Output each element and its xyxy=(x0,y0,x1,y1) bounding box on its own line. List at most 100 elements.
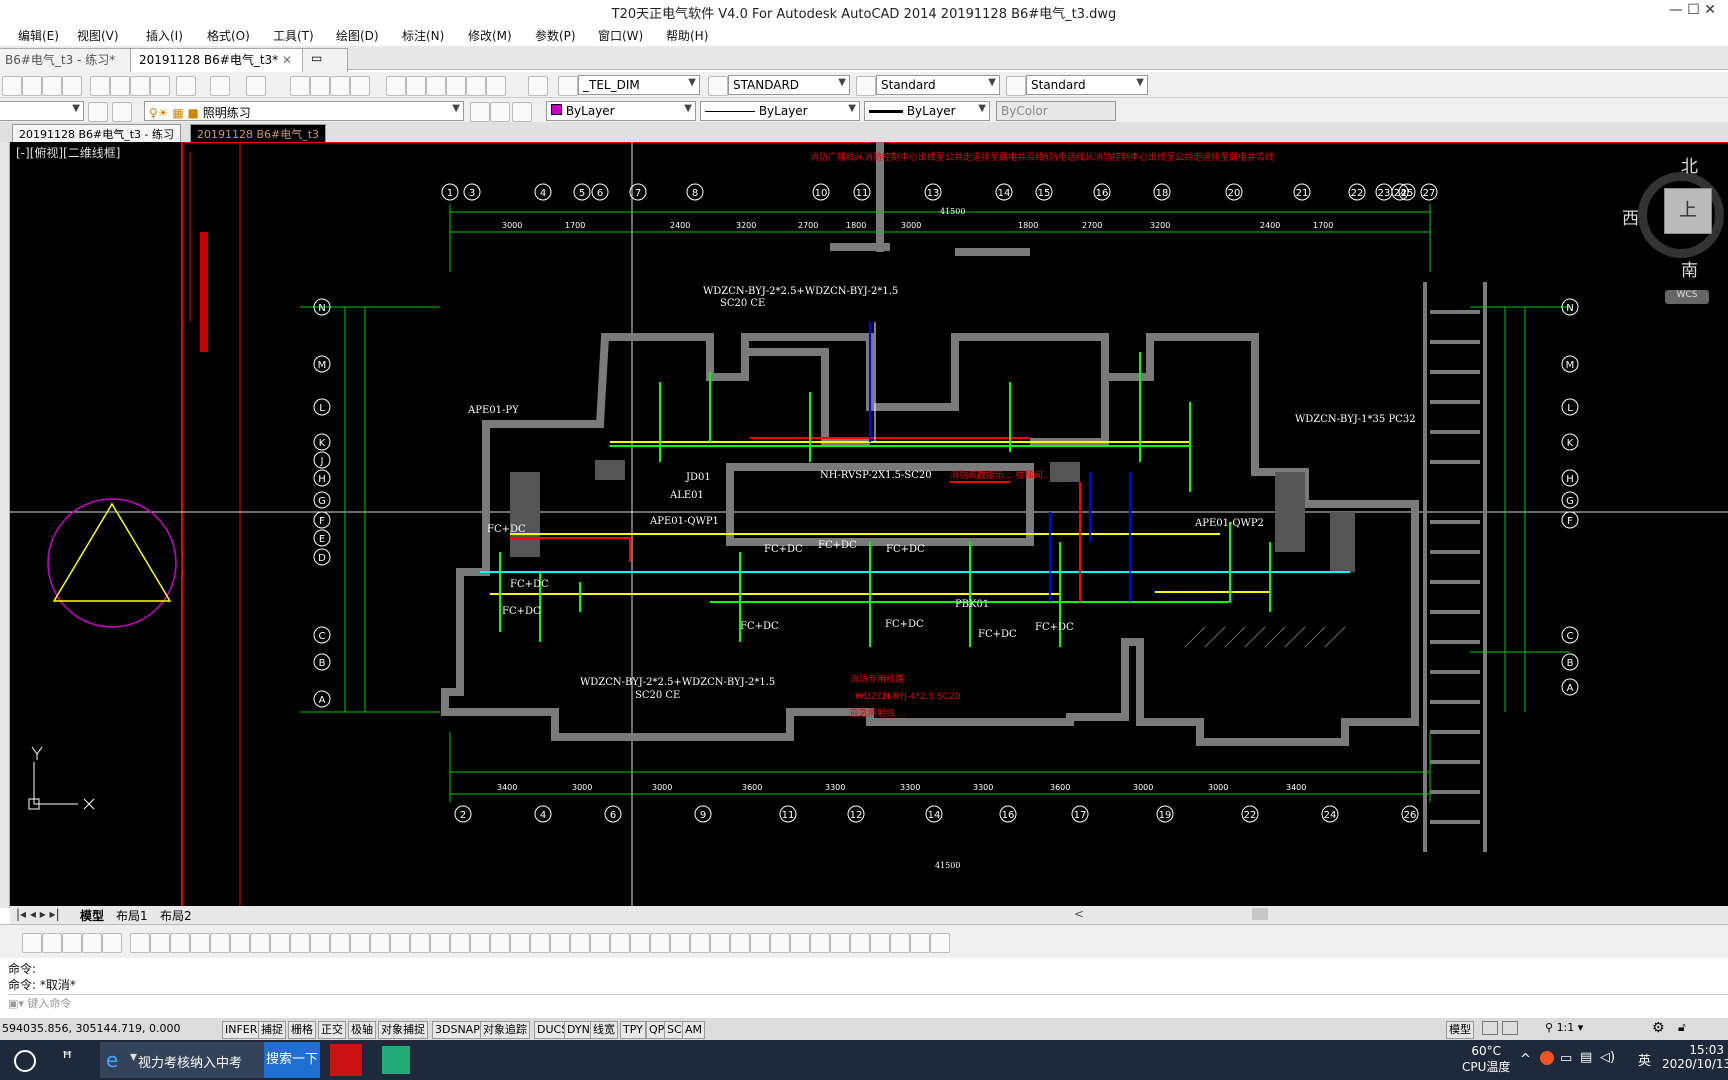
app-icon[interactable]: ꟸ xyxy=(62,1048,72,1069)
model-space-button[interactable]: 模型 xyxy=(1446,1021,1474,1039)
draw-tool-icon[interactable] xyxy=(150,933,170,953)
toggle-osnap[interactable]: 对象捕捉 xyxy=(378,1021,428,1039)
draw-tool-icon[interactable] xyxy=(710,933,730,953)
draw-tool-icon[interactable] xyxy=(890,933,910,953)
draw-tool-icon[interactable] xyxy=(650,933,670,953)
print-icon[interactable] xyxy=(42,76,62,96)
toggle-3dsnap[interactable]: 3DSNAP xyxy=(432,1021,483,1039)
draw-tool-icon[interactable] xyxy=(730,933,750,953)
toggle-grid[interactable]: 栅格 xyxy=(288,1021,316,1039)
menu-format[interactable]: 格式(O) xyxy=(207,27,250,44)
layer-select[interactable]: ♀☀ ▦ ■ 照明练习 ▼ xyxy=(144,101,464,121)
draw-tool-icon[interactable] xyxy=(190,933,210,953)
network-icon[interactable]: ▤ xyxy=(1580,1050,1592,1065)
quick-view-layouts-icon[interactable] xyxy=(1482,1021,1498,1035)
start-icon[interactable] xyxy=(14,1050,36,1072)
design-center-icon[interactable] xyxy=(406,76,426,96)
new-tab-button[interactable]: ▭ xyxy=(302,48,348,74)
draw-tool-icon[interactable] xyxy=(410,933,430,953)
gear-icon[interactable] xyxy=(88,102,108,122)
plotstyle-select[interactable]: ByColor xyxy=(996,101,1116,121)
zoom-previous-icon[interactable] xyxy=(350,76,370,96)
menu-modify[interactable]: 修改(M) xyxy=(468,27,512,44)
draw-tool-icon[interactable] xyxy=(270,933,290,953)
toggle-otrack[interactable]: 对象追踪 xyxy=(480,1021,530,1039)
cut-icon[interactable] xyxy=(90,76,110,96)
draw-tool-icon[interactable] xyxy=(750,933,770,953)
menu-help[interactable]: 帮助(H) xyxy=(666,27,708,44)
autocad-icon[interactable] xyxy=(330,1044,362,1076)
draw-tool-icon[interactable] xyxy=(130,933,150,953)
layer-state-manager-icon[interactable] xyxy=(512,102,532,122)
draw-tool-icon[interactable] xyxy=(170,933,190,953)
draw-tool-icon[interactable] xyxy=(690,933,710,953)
drawing-canvas[interactable]: 消防广播线从消防控制中心出线至公共走道排至弱电井沿线 消防电话线从消防控制中心出… xyxy=(10,142,1728,908)
toggle-infer[interactable]: INFER xyxy=(222,1021,261,1039)
make-current-icon[interactable] xyxy=(470,102,490,122)
markup-icon[interactable] xyxy=(466,76,486,96)
draw-tool-icon[interactable] xyxy=(570,933,590,953)
linetype-select[interactable]: ByLayer ▼ xyxy=(700,101,860,121)
draw-tool-icon[interactable] xyxy=(870,933,890,953)
compass-north[interactable]: 北 xyxy=(1681,152,1698,177)
tab-layout2[interactable]: 布局2 xyxy=(160,907,192,924)
menu-view[interactable]: 视图(V) xyxy=(77,27,119,44)
menu-insert[interactable]: 插入(I) xyxy=(146,27,183,44)
draw-tool-icon[interactable] xyxy=(790,933,810,953)
publish-icon[interactable] xyxy=(62,76,82,96)
block-editor-icon[interactable] xyxy=(176,76,196,96)
zoom-window-icon[interactable] xyxy=(330,76,350,96)
draw-tool-icon[interactable] xyxy=(910,933,930,953)
lineweight-select[interactable]: ByLayer ▼ xyxy=(864,101,990,121)
battery-icon[interactable]: ▭ xyxy=(1560,1051,1572,1066)
draw-tool-icon[interactable] xyxy=(230,933,250,953)
save-icon[interactable] xyxy=(22,76,42,96)
left-tool-strip[interactable] xyxy=(0,142,10,908)
draw-tool-icon[interactable] xyxy=(670,933,690,953)
close-icon[interactable]: ✕ xyxy=(282,53,292,67)
lock-icon[interactable]: 🔓︎ xyxy=(1678,1020,1686,1035)
tray-chevron-icon[interactable]: ^ xyxy=(1520,1052,1531,1067)
volume-icon[interactable]: ◁) xyxy=(1600,1050,1615,1065)
draw-tool-icon[interactable] xyxy=(210,933,230,953)
calculator-icon[interactable] xyxy=(486,76,506,96)
draw-tool-icon[interactable] xyxy=(610,933,630,953)
match-properties-icon[interactable] xyxy=(150,76,170,96)
draw-tool-icon[interactable] xyxy=(102,933,122,953)
compass-west[interactable]: 西 xyxy=(1622,204,1639,229)
menu-tools[interactable]: 工具(T) xyxy=(273,27,314,44)
draw-tool-icon[interactable] xyxy=(590,933,610,953)
draw-tool-icon[interactable] xyxy=(250,933,270,953)
properties-icon[interactable] xyxy=(386,76,406,96)
quick-view-drawings-icon[interactable] xyxy=(1502,1021,1518,1035)
toggle-polar[interactable]: 极轴 xyxy=(348,1021,376,1039)
annotation-scale[interactable]: ⚲ 1:1 ▾ xyxy=(1545,1021,1583,1034)
draw-tool-icon[interactable] xyxy=(370,933,390,953)
draw-tool-icon[interactable] xyxy=(490,933,510,953)
menu-draw[interactable]: 绘图(D) xyxy=(336,27,379,44)
menu-params[interactable]: 参数(P) xyxy=(535,27,576,44)
paste-icon[interactable] xyxy=(130,76,150,96)
draw-tool-icon[interactable] xyxy=(82,933,102,953)
open-icon[interactable] xyxy=(2,76,22,96)
taskbar-browser[interactable]: e ▾ 视力考核纳入中考 xyxy=(100,1042,264,1078)
viewcube-top-face[interactable]: 上 xyxy=(1664,188,1712,234)
tab-nav-arrows[interactable]: |◂ ◂ ▸ ▸| xyxy=(16,907,60,921)
clock[interactable]: 15:03 2020/10/13 xyxy=(1662,1043,1728,1071)
draw-tool-icon[interactable] xyxy=(330,933,350,953)
zoom-realtime-icon[interactable] xyxy=(310,76,330,96)
scroll-left-arrow[interactable]: < xyxy=(1074,907,1084,921)
chrome-icon[interactable] xyxy=(382,1046,410,1074)
tab-model[interactable]: 模型 xyxy=(80,907,104,924)
dimstyle-select[interactable]: _TEL_DIM ▼ xyxy=(578,75,700,95)
tablestyle-select[interactable]: Standard ▼ xyxy=(876,75,1000,95)
copy-icon[interactable] xyxy=(110,76,130,96)
ime-indicator[interactable]: 英 xyxy=(1638,1050,1651,1069)
layer-previous-icon[interactable] xyxy=(490,102,510,122)
toggle-ortho[interactable]: 正交 xyxy=(318,1021,346,1039)
draw-tool-icon[interactable] xyxy=(530,933,550,953)
draw-tool-icon[interactable] xyxy=(810,933,830,953)
draw-tool-icon[interactable] xyxy=(62,933,82,953)
window-controls[interactable]: — ☐ ✕ xyxy=(1669,2,1716,18)
tool-palettes-icon[interactable] xyxy=(426,76,446,96)
